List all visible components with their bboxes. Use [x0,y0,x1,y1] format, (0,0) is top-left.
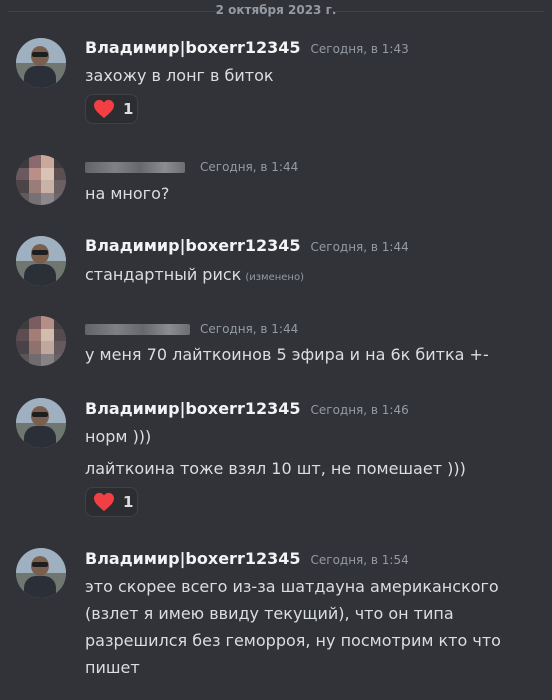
reaction-count: 1 [123,493,134,511]
reaction-heart[interactable]: 1 [85,487,138,517]
message-timestamp: Сегодня, в 1:46 [310,403,409,417]
message-text: на много? [85,184,170,203]
message-text: лайткоина тоже взял 10 шт, не помешает )… [85,459,466,478]
message-text: это скорее всего из-за шатдауна американ… [85,577,501,677]
message-author[interactable]: Владимир|boxerr12345 [85,399,301,418]
avatar[interactable] [16,38,66,88]
redacted-username [85,324,190,335]
reaction-heart[interactable]: 1 [85,94,138,124]
message-timestamp: Сегодня, в 1:44 [200,322,299,336]
message-author[interactable]: Владимир|boxerr12345 [85,236,301,255]
message-timestamp: Сегодня, в 1:44 [200,160,299,174]
edited-label: (изменено) [245,272,304,283]
avatar[interactable] [16,236,66,286]
date-divider: 2 октября 2023 г. [0,0,552,22]
message-text: норм ))) [85,427,152,446]
message-timestamp: Сегодня, в 1:54 [310,553,409,567]
redacted-username [85,162,185,173]
avatar[interactable] [16,548,66,598]
message-author[interactable]: Владимир|boxerr12345 [85,549,301,568]
message-timestamp: Сегодня, в 1:44 [310,240,409,254]
message-text: у меня 70 лайткоинов 5 эфира и на 6к бит… [85,345,489,364]
message-text-row: стандартный риск (изменено) [85,265,304,284]
divider-line-right [334,11,544,12]
message-text: захожу в лонг в биток [85,66,274,85]
avatar[interactable] [16,316,66,366]
heart-icon [94,492,114,512]
date-divider-label: 2 октября 2023 г. [215,3,337,17]
avatar[interactable] [16,155,66,205]
reaction-count: 1 [123,100,134,118]
message-text: стандартный риск [85,265,242,284]
message-author[interactable]: Владимир|boxerr12345 [85,38,301,57]
avatar[interactable] [16,398,66,448]
heart-icon [94,99,114,119]
message-timestamp: Сегодня, в 1:43 [310,42,409,56]
